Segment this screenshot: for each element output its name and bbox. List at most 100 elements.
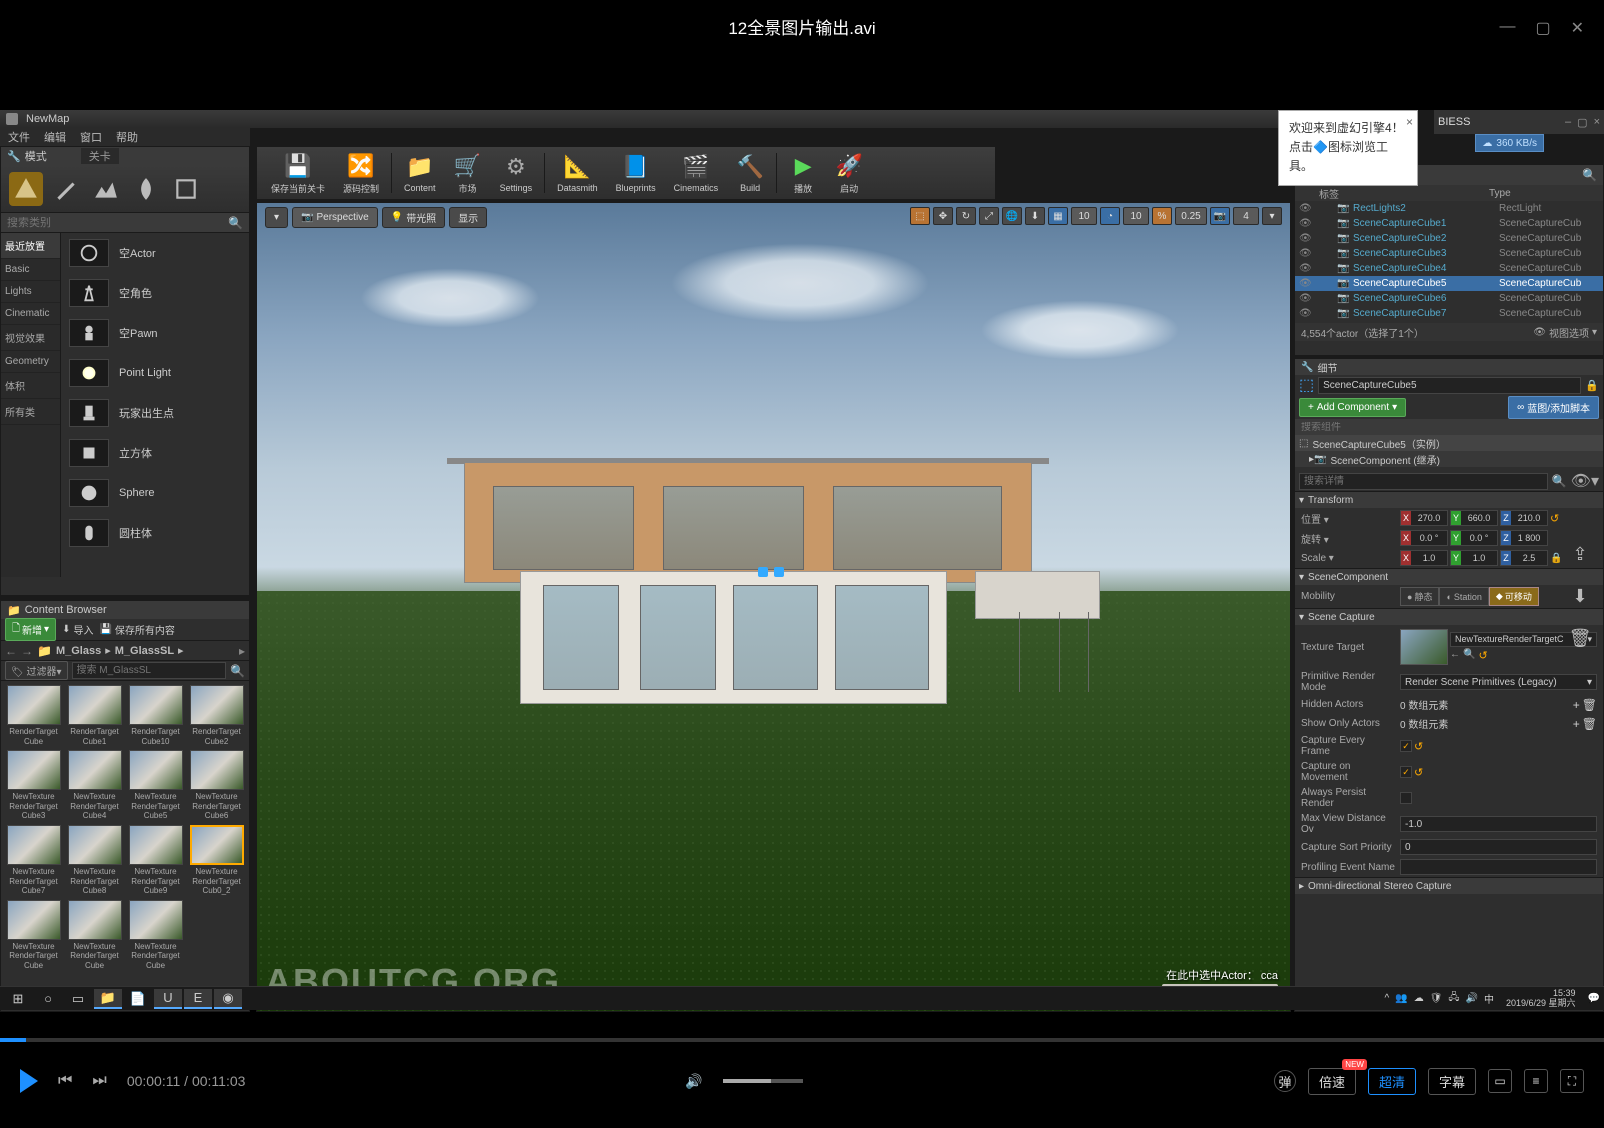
asset-item[interactable]: NewTexture RenderTarget Cube5: [127, 750, 184, 821]
close-button[interactable]: ✕: [1571, 18, 1584, 38]
add-new-button[interactable]: 🗋 新增 ▾: [5, 618, 56, 641]
welcome-close-button[interactable]: ×: [1406, 113, 1413, 132]
asset-item[interactable]: NewTexture RenderTarget Cube7: [5, 825, 62, 896]
every-frame-checkbox[interactable]: [1400, 740, 1412, 752]
rotate-mode-icon[interactable]: ↻: [956, 207, 976, 225]
filter-button[interactable]: 🏷 过滤器▾: [5, 661, 68, 680]
cat-geometry[interactable]: Geometry: [1, 351, 60, 373]
mobility-movable[interactable]: ◆ 可移动: [1489, 587, 1539, 606]
asset-item[interactable]: NewTexture RenderTarget Cube: [5, 900, 62, 971]
visibility-icon[interactable]: 👁: [1299, 308, 1311, 319]
cortana-button[interactable]: ○: [34, 989, 62, 1009]
visibility-icon[interactable]: 👁: [1299, 248, 1311, 259]
expand-icon[interactable]: ▸: [239, 644, 245, 658]
toolbar-源码控制[interactable]: 🔀源码控制: [335, 150, 387, 197]
asset-item[interactable]: NewTexture RenderTarget Cube6: [188, 750, 245, 821]
tray-notifications-icon[interactable]: 💬: [1588, 993, 1600, 1004]
menu-edit[interactable]: 编辑: [44, 129, 66, 145]
reset-icon[interactable]: ↺: [1550, 512, 1559, 525]
toolbar-播放[interactable]: ▶播放: [781, 150, 825, 197]
crumb-mglasssl[interactable]: M_GlassSL: [115, 645, 174, 657]
on-move-checkbox[interactable]: [1400, 766, 1412, 778]
rate-button[interactable]: 倍速: [1308, 1068, 1356, 1095]
asset-item[interactable]: NewTexture RenderTarget Cube8: [66, 825, 123, 896]
cat-basic[interactable]: Basic: [1, 259, 60, 281]
foliage-mode-icon[interactable]: [129, 172, 163, 206]
lit-mode-button[interactable]: 💡 带光照: [382, 207, 445, 228]
delete-icon[interactable]: 🗑: [1582, 717, 1597, 731]
maximize-button[interactable]: ▢: [1535, 18, 1550, 38]
scale-snap-icon[interactable]: %: [1152, 207, 1172, 225]
omni-header[interactable]: ▸ Omni-directional Stereo Capture: [1295, 878, 1603, 894]
visibility-icon[interactable]: 👁: [1299, 278, 1311, 289]
epic-taskbar-icon[interactable]: E: [184, 989, 212, 1009]
actor-name[interactable]: SceneCaptureCube5: [1353, 278, 1495, 289]
search-icon[interactable]: 🔍: [228, 216, 243, 230]
coord-icon[interactable]: 🌐: [1002, 207, 1022, 225]
cat-lights[interactable]: Lights: [1, 281, 60, 303]
cat-volume[interactable]: 体积: [1, 373, 60, 399]
toolbar-Cinematics[interactable]: 🎬Cinematics: [666, 151, 727, 195]
grid-snap-value[interactable]: 10: [1071, 207, 1097, 225]
actor-name[interactable]: SceneCaptureCube2: [1353, 233, 1495, 244]
tray-volume-icon[interactable]: 🔊: [1466, 993, 1478, 1004]
outliner-col-label[interactable]: 标签: [1299, 186, 1489, 201]
visibility-icon[interactable]: 👁: [1299, 203, 1311, 214]
cat-visual[interactable]: 视觉效果: [1, 325, 60, 351]
modes-tab[interactable]: 🔧 模式 关卡: [1, 147, 249, 165]
location-z[interactable]: Z210.0: [1500, 510, 1548, 526]
next-button[interactable]: ⏭: [92, 1072, 106, 1090]
outliner-row[interactable]: 👁📷SceneCaptureCube3SceneCaptureCub: [1295, 246, 1603, 261]
actor-name-input[interactable]: [1318, 377, 1581, 394]
camera-speed-icon[interactable]: 📷: [1210, 207, 1230, 225]
search-icon[interactable]: 🔍: [1552, 474, 1567, 488]
select-mode-icon[interactable]: ⬚: [910, 207, 930, 225]
mobility-stationary[interactable]: ◐ Station: [1439, 587, 1488, 606]
outliner-row[interactable]: 👁📷SceneCaptureCube7SceneCaptureCub: [1295, 306, 1603, 321]
cat-recent[interactable]: 最近放置: [1, 233, 60, 259]
texture-thumbnail[interactable]: [1400, 629, 1448, 665]
quality-button[interactable]: 超清: [1368, 1068, 1416, 1095]
mobility-static[interactable]: ● 静态: [1400, 587, 1439, 606]
asset-item[interactable]: NewTexture RenderTarget Cube4: [66, 750, 123, 821]
asset-item[interactable]: NewTexture RenderTarget Cub0_2: [188, 825, 245, 896]
maximize-viewport-icon[interactable]: ▾: [1262, 207, 1282, 225]
transform-header[interactable]: ▾ Transform: [1295, 492, 1603, 508]
surface-snap-icon[interactable]: ⬇: [1025, 207, 1045, 225]
play-button[interactable]: [20, 1069, 38, 1093]
location-y[interactable]: Y660.0: [1450, 510, 1498, 526]
grid-snap-icon[interactable]: ▦: [1048, 207, 1068, 225]
volume-slider[interactable]: [723, 1079, 803, 1083]
search-icon[interactable]: 🔍: [230, 664, 245, 678]
tray-network-icon[interactable]: 🖧: [1448, 990, 1459, 1007]
toolbar-启动[interactable]: 🚀启动: [827, 150, 871, 197]
outliner-row[interactable]: 👁📷SceneCaptureCube5SceneCaptureCub: [1295, 276, 1603, 291]
tray-ime-icon[interactable]: 中: [1484, 991, 1494, 1006]
minimize-button[interactable]: —: [1499, 18, 1515, 38]
rotation-y[interactable]: Y0.0 °: [1450, 530, 1498, 546]
forward-icon[interactable]: →: [21, 644, 33, 658]
rotation-z[interactable]: Z1 800: [1500, 530, 1548, 546]
outliner-row[interactable]: 👁📷SceneCaptureCube1SceneCaptureCub: [1295, 216, 1603, 231]
delete-icon[interactable]: 🗑: [1582, 698, 1597, 712]
add-component-button[interactable]: + Add Component ▾: [1299, 398, 1406, 417]
blueprint-button[interactable]: ∞ 蓝图/添加脚本: [1508, 396, 1599, 419]
place-item[interactable]: 空角色: [61, 273, 249, 313]
danmu-toggle[interactable]: 弹: [1274, 1070, 1296, 1092]
sort-prio-input[interactable]: [1400, 839, 1597, 855]
lock-scale-icon[interactable]: 🔒: [1550, 553, 1562, 564]
ue-taskbar-icon[interactable]: U: [154, 989, 182, 1009]
modes-tab-levels[interactable]: 关卡: [81, 148, 119, 164]
add-icon[interactable]: +: [1573, 698, 1580, 712]
place-item[interactable]: 空Pawn: [61, 313, 249, 353]
place-item[interactable]: 圆柱体: [61, 513, 249, 553]
obs-taskbar-icon[interactable]: ◉: [214, 989, 242, 1009]
menu-file[interactable]: 文件: [8, 129, 30, 145]
visibility-icon[interactable]: 👁: [1299, 218, 1311, 229]
cat-all[interactable]: 所有类: [1, 399, 60, 425]
actor-name[interactable]: SceneCaptureCube1: [1353, 218, 1495, 229]
start-button[interactable]: ⊞: [4, 989, 32, 1009]
outliner-row[interactable]: 👁📷RectLights2RectLight: [1295, 201, 1603, 216]
visibility-icon[interactable]: 👁: [1299, 263, 1311, 274]
download-icon[interactable]: ⬇: [1566, 582, 1594, 610]
